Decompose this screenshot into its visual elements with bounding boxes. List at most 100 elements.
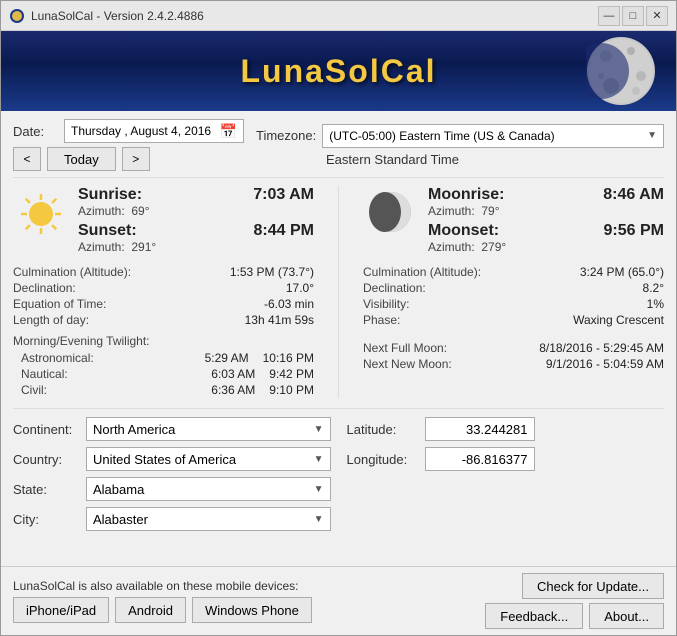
timezone-sub-row: Eastern Standard Time [256,152,664,167]
astronomical-evening: 10:16 PM [263,351,314,365]
state-label: State: [13,482,78,497]
state-dropdown-arrow: ▼ [314,484,324,495]
location-right: Latitude: Longitude: [347,417,665,537]
footer-left: LunaSolCal is also available on these mo… [13,579,485,623]
sunrise-row: Sunrise: 7:03 AM Azimuth: 69° Sunset: 8:… [13,186,314,258]
moonset-label: Moonset: [428,222,499,240]
civil-evening: 9:10 PM [269,383,314,397]
continent-label: Continent: [13,422,78,437]
sun-culmination-row: Culmination (Altitude): 1:53 PM (73.7°) [13,264,314,280]
main-content: Date: Thursday , August 4, 2016 📅 < Toda… [1,111,676,566]
feedback-button[interactable]: Feedback... [485,603,583,629]
full-moon-row: Next Full Moon: 8/18/2016 - 5:29:45 AM [363,340,664,356]
location-left: Continent: North America ▼ Country: Unit… [13,417,331,537]
longitude-label: Longitude: [347,452,417,467]
country-label: Country: [13,452,78,467]
moonset-time: 9:56 PM [604,222,664,240]
astronomical-label: Astronomical: [13,351,94,365]
sun-section: Sunrise: 7:03 AM Azimuth: 69° Sunset: 8:… [13,186,314,398]
sunrise-azimuth: Azimuth: 69° [78,204,314,218]
sun-details: Culmination (Altitude): 1:53 PM (73.7°) … [13,264,314,328]
moonset-az-label: Azimuth: [428,240,475,254]
data-section: Sunrise: 7:03 AM Azimuth: 69° Sunset: 8:… [13,177,664,398]
twilight-section: Morning/Evening Twilight: Astronomical: … [13,334,314,398]
close-button[interactable]: ✕ [646,6,668,26]
date-label: Date: [13,124,58,139]
windows-phone-button[interactable]: Windows Phone [192,597,312,623]
longitude-row: Longitude: [347,447,665,471]
moon-rise-set-data: Moonrise: 8:46 AM Azimuth: 79° Moonset: … [428,186,664,258]
moonset-azimuth: Azimuth: 279° [428,240,664,254]
moon-phase-row: Phase: Waxing Crescent [363,312,664,328]
today-button[interactable]: Today [47,147,116,171]
civil-label: Civil: [13,383,93,397]
location-section: Continent: North America ▼ Country: Unit… [13,408,664,537]
sunrise-label: Sunrise: [78,186,142,204]
sunrise-az-value: 69° [131,204,149,218]
moonrise-time: 8:46 AM [603,186,664,204]
footer-buttons-2: Feedback... About... [485,603,664,629]
timezone-select[interactable]: (UTC-05:00) Eastern Time (US & Canada) ▼ [322,124,664,148]
minimize-button[interactable]: — [598,6,620,26]
moon-icon-area [363,186,418,234]
nautical-label: Nautical: [13,367,93,381]
moon-section: Moonrise: 8:46 AM Azimuth: 79° Moonset: … [363,186,664,398]
city-select[interactable]: Alabaster ▼ [86,507,331,531]
city-value: Alabaster [93,512,148,527]
mobile-buttons: iPhone/iPad Android Windows Phone [13,597,485,623]
android-button[interactable]: Android [115,597,186,623]
country-select[interactable]: United States of America ▼ [86,447,331,471]
sunset-azimuth: Azimuth: 291° [78,240,314,254]
astronomical-row: Astronomical: 5:29 AM 10:16 PM [13,350,314,366]
app-icon [9,8,25,24]
new-moon-value: 9/1/2016 - 5:04:59 AM [546,357,664,371]
window-title: LunaSolCal - Version 2.4.2.4886 [31,9,204,23]
iphone-button[interactable]: iPhone/iPad [13,597,109,623]
full-moon-label: Next Full Moon: [363,341,447,355]
nautical-evening: 9:42 PM [269,367,314,381]
civil-morning: 6:36 AM [211,383,255,397]
latitude-label: Latitude: [347,422,417,437]
moon-phase-icon [369,190,413,234]
sunset-az-label: Azimuth: [78,240,125,254]
nav-row: < Today > [13,147,244,171]
date-input[interactable]: Thursday , August 4, 2016 📅 [64,119,244,143]
latitude-input[interactable] [425,417,535,441]
mobile-label: LunaSolCal is also available on these mo… [13,579,485,593]
length-label: Length of day: [13,313,89,327]
moonrise-az-value: 79° [481,204,499,218]
sunrise-az-label: Azimuth: [78,204,125,218]
state-value: Alabama [93,482,144,497]
city-row: City: Alabaster ▼ [13,507,331,531]
moon-culmination-label: Culmination (Altitude): [363,265,481,279]
nautical-row: Nautical: 6:03 AM 9:42 PM [13,366,314,382]
sunset-time: 8:44 PM [254,222,314,240]
about-button[interactable]: About... [589,603,664,629]
next-date-button[interactable]: > [122,147,150,171]
moonrise-row: Moonrise: 8:46 AM Azimuth: 79° Moonset: … [363,186,664,258]
moon-details: Culmination (Altitude): 3:24 PM (65.0°) … [363,264,664,328]
check-update-button[interactable]: Check for Update... [522,573,664,599]
city-dropdown-arrow: ▼ [314,514,324,525]
sunset-label: Sunset: [78,222,137,240]
latitude-row: Latitude: [347,417,665,441]
length-row: Length of day: 13h 41m 59s [13,312,314,328]
equation-label: Equation of Time: [13,297,106,311]
restore-button[interactable]: □ [622,6,644,26]
vertical-divider [338,186,339,398]
continent-select[interactable]: North America ▼ [86,417,331,441]
longitude-input[interactable] [425,447,535,471]
moon-phase-value: Waxing Crescent [573,313,664,327]
date-value: Thursday , August 4, 2016 [71,124,211,138]
moonrise-label: Moonrise: [428,186,504,204]
astronomical-times: 5:29 AM 10:16 PM [205,351,314,365]
state-select[interactable]: Alabama ▼ [86,477,331,501]
equation-row: Equation of Time: -6.03 min [13,296,314,312]
title-bar: LunaSolCal - Version 2.4.2.4886 — □ ✕ [1,1,676,31]
continent-dropdown-arrow: ▼ [314,424,324,435]
window-controls: — □ ✕ [598,6,668,26]
sun-culmination-label: Culmination (Altitude): [13,265,131,279]
civil-times: 6:36 AM 9:10 PM [211,383,314,397]
twilight-header: Morning/Evening Twilight: [13,334,314,348]
prev-date-button[interactable]: < [13,147,41,171]
